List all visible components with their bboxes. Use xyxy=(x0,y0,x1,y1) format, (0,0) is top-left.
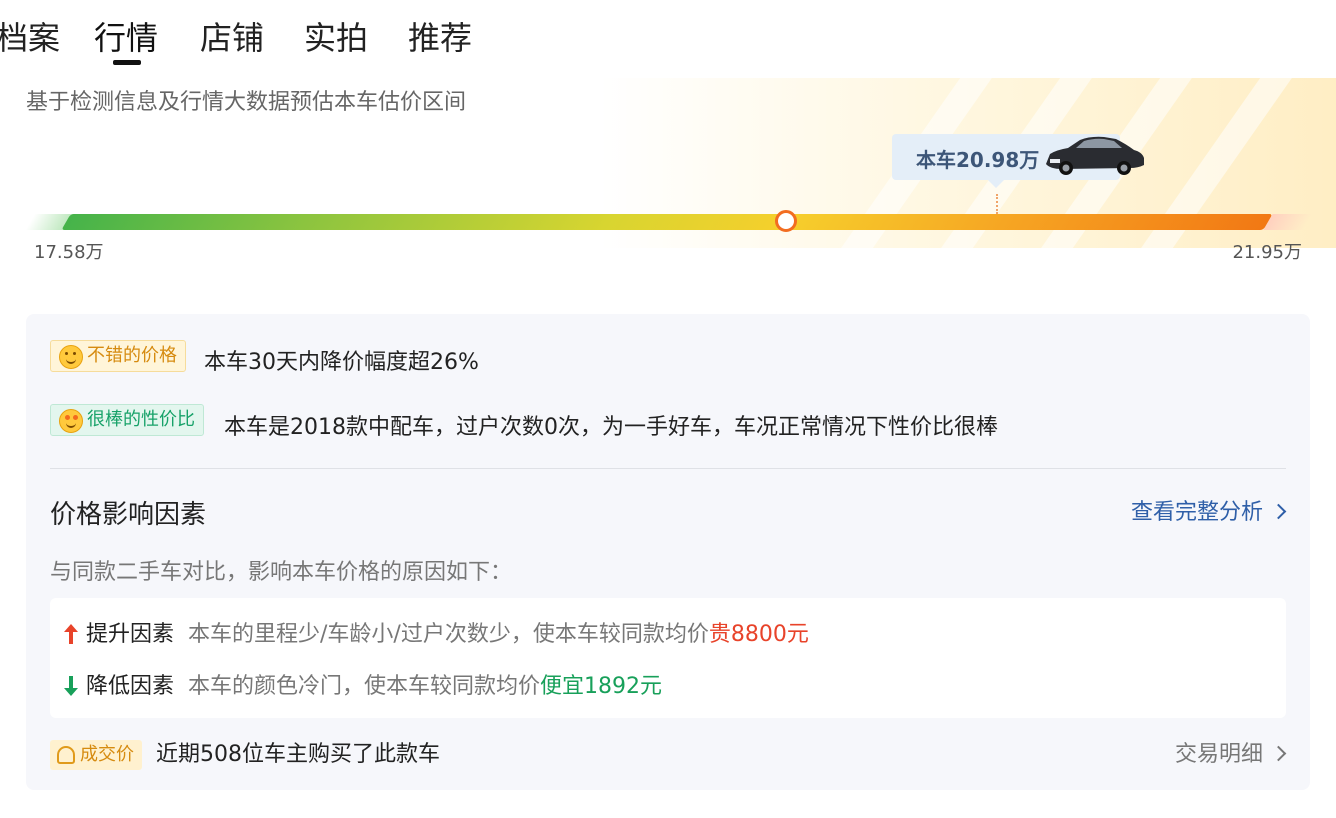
deal-price-badge: 成交价 xyxy=(50,740,142,770)
factor-label: 提升因素 xyxy=(86,622,175,647)
deal-price-badge-label: 成交价 xyxy=(80,744,134,765)
factor-highlight: 贵8800元 xyxy=(708,622,809,647)
range-max-label: 21.95万 xyxy=(1232,242,1302,263)
good-price-text: 本车30天内降价幅度超26% xyxy=(204,350,479,375)
deal-icon xyxy=(57,746,75,764)
deal-summary-text: 近期508位车主购买了此款车 xyxy=(156,742,440,767)
tab-photos[interactable]: 实拍 xyxy=(304,16,368,60)
car-price-label: 本车20.98万 xyxy=(916,148,1040,172)
divider xyxy=(50,468,1286,469)
factor-increase: 提升因素 本车的里程少/车龄小/过户次数少，使本车较同款均价贵8800元 xyxy=(64,616,809,648)
smile-icon xyxy=(59,345,83,369)
car-icon xyxy=(1046,136,1144,175)
factor-desc: 本车的颜色冷门，使本车较同款均价 xyxy=(188,674,541,699)
factors-title: 价格影响因素 xyxy=(50,500,207,530)
price-analysis-card: 不错的价格 本车30天内降价幅度超26% 很棒的性价比 本车是2018款中配车，… xyxy=(26,314,1310,790)
price-estimate-panel: 基于检测信息及行情大数据预估本车估价区间 本车20.98万 17.58万 21.… xyxy=(0,78,1336,288)
car-price-marker xyxy=(775,210,798,232)
tab-market[interactable]: 行情 xyxy=(94,16,158,60)
great-value-badge: 很棒的性价比 xyxy=(50,404,204,436)
factor-desc: 本车的里程少/车龄小/过户次数少，使本车较同款均价 xyxy=(188,622,709,647)
factor-highlight: 便宜1892元 xyxy=(540,674,663,699)
transaction-details-link[interactable]: 交易明细 xyxy=(1174,740,1287,770)
chevron-right-icon xyxy=(1270,503,1287,520)
good-price-badge-label: 不错的价格 xyxy=(87,345,177,366)
tab-bar: 档案 行情 店铺 实拍 推荐 xyxy=(0,0,1336,72)
active-tab-indicator xyxy=(113,60,141,65)
tab-shop[interactable]: 店铺 xyxy=(200,16,264,60)
view-full-analysis-link[interactable]: 查看完整分析 xyxy=(1130,494,1287,526)
tag-pointer xyxy=(988,180,1004,188)
factor-label: 降低因素 xyxy=(86,674,175,699)
star-eyes-icon xyxy=(59,409,83,433)
tab-recommend[interactable]: 推荐 xyxy=(408,16,472,60)
marker-guide-line xyxy=(996,194,998,214)
factors-description: 与同款二手车对比，影响本车价格的原因如下： xyxy=(50,560,513,585)
arrow-up-icon xyxy=(64,624,78,644)
factors-list: 提升因素 本车的里程少/车龄小/过户次数少，使本车较同款均价贵8800元 降低因素… xyxy=(50,598,1286,718)
price-range-bar xyxy=(61,214,1273,230)
tab-archive[interactable]: 档案 xyxy=(0,16,60,60)
chevron-right-icon xyxy=(1270,745,1287,762)
range-min-label: 17.58万 xyxy=(34,242,104,263)
factor-decrease: 降低因素 本车的颜色冷门，使本车较同款均价便宜1892元 xyxy=(64,668,662,700)
great-value-badge-label: 很棒的性价比 xyxy=(87,409,195,430)
good-price-badge: 不错的价格 xyxy=(50,340,186,372)
transaction-details-label: 交易明细 xyxy=(1174,742,1263,767)
view-full-analysis-label: 查看完整分析 xyxy=(1130,500,1263,525)
estimate-subtitle: 基于检测信息及行情大数据预估本车估价区间 xyxy=(26,90,467,115)
great-value-text: 本车是2018款中配车，过户次数0次，为一手好车，车况正常情况下性价比很棒 xyxy=(224,415,998,440)
arrow-down-icon xyxy=(64,676,78,696)
